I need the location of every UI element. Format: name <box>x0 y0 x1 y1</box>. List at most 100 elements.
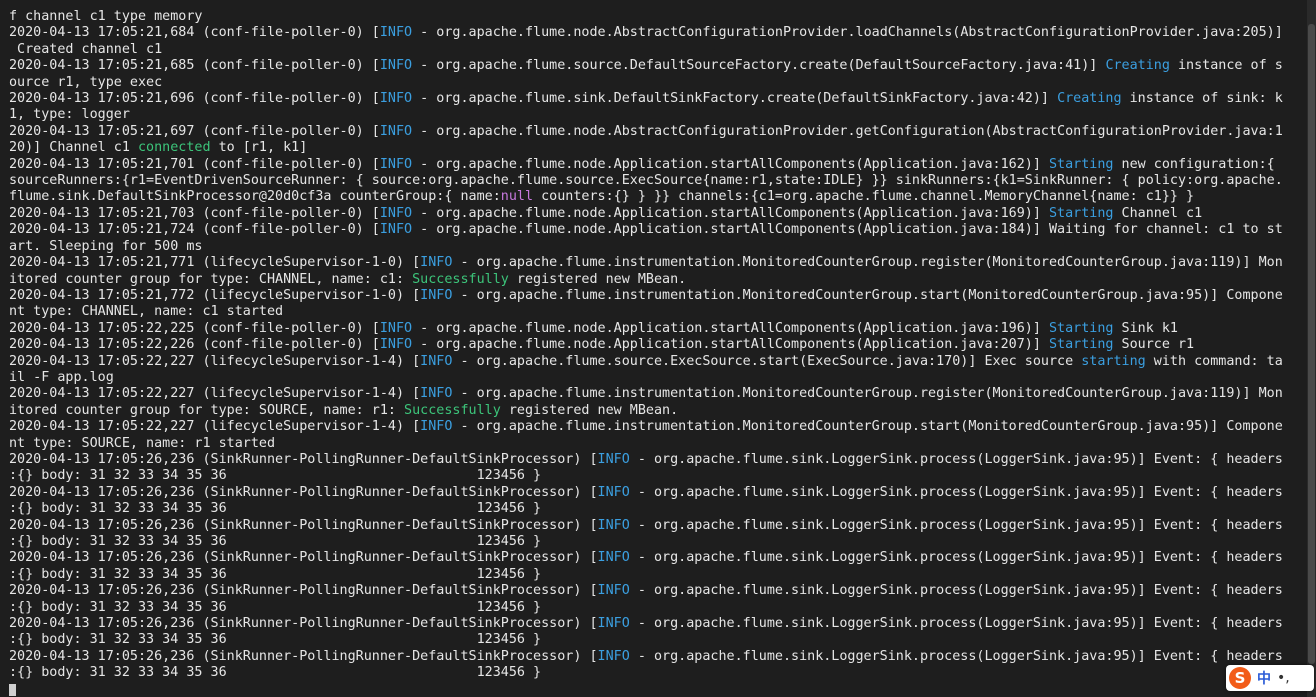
log-text: - org.apache.flume.node.Application.star… <box>412 337 1049 353</box>
log-text: 2020-04-13 17:05:26,236 (SinkRunner-Poll… <box>9 550 598 566</box>
log-highlight: INFO <box>379 25 413 41</box>
log-line: 2020-04-13 17:05:21,772 (lifecycleSuperv… <box>9 288 1305 304</box>
log-line: nt type: CHANNEL, name: c1 started <box>9 304 1305 320</box>
log-highlight: INFO <box>597 451 630 467</box>
log-line: il -F app.log <box>9 370 1305 386</box>
log-highlight: Starting <box>1049 337 1114 353</box>
log-text: nt type: CHANNEL, name: c1 started <box>9 304 284 320</box>
log-text: - org.apache.flume.instrumentation.Monit… <box>452 255 1283 271</box>
log-text: - org.apache.flume.node.Application.star… <box>412 156 1049 172</box>
log-line: 2020-04-13 17:05:26,236 (SinkRunner-Poll… <box>9 649 1305 665</box>
log-line: 2020-04-13 17:05:22,227 (lifecycleSuperv… <box>9 354 1305 370</box>
terminal-window[interactable]: f channel c1 type memory 2020-04-13 17:05… <box>0 0 1316 697</box>
log-line: 2020-04-13 17:05:21,685 (conf-file-polle… <box>9 58 1305 74</box>
log-line: 2020-04-13 17:05:21,696 (conf-file-polle… <box>9 91 1305 107</box>
log-text: :{} body: 31 32 33 34 35 36 123456 } <box>9 501 542 517</box>
log-text: 2020-04-13 17:05:22,227 (lifecycleSuperv… <box>9 353 421 369</box>
log-text: :{} body: 31 32 33 34 35 36 123456 } <box>9 665 542 681</box>
log-line: 2020-04-13 17:05:22,227 (lifecycleSuperv… <box>9 386 1305 402</box>
log-text: itored counter group for type: CHANNEL, … <box>9 271 413 287</box>
log-line: 2020-04-13 17:05:21,701 (conf-file-polle… <box>9 157 1305 173</box>
log-text: 2020-04-13 17:05:21,697 (conf-file-polle… <box>9 123 380 139</box>
log-line: 2020-04-13 17:05:22,227 (lifecycleSuperv… <box>9 419 1305 435</box>
log-text: 2020-04-13 17:05:21,703 (conf-file-polle… <box>9 205 380 221</box>
log-line: 2020-04-13 17:05:21,684 (conf-file-polle… <box>9 25 1305 41</box>
log-text: Created channel c1 <box>9 41 163 57</box>
log-line: flume.sink.DefaultSinkProcessor@20d0cf3a… <box>9 189 1305 205</box>
log-highlight: INFO <box>420 287 453 303</box>
log-line: :{} body: 31 32 33 34 35 36 123456 } <box>9 501 1305 517</box>
log-highlight: starting <box>1081 353 1146 369</box>
log-highlight: INFO <box>597 484 630 500</box>
log-output: f channel c1 type memory 2020-04-13 17:05… <box>9 9 1305 682</box>
log-text: art. Sleeping for 500 ms <box>9 238 203 254</box>
log-highlight: INFO <box>379 91 413 107</box>
log-line: 2020-04-13 17:05:26,236 (SinkRunner-Poll… <box>9 485 1305 501</box>
log-line: :{} body: 31 32 33 34 35 36 123456 } <box>9 468 1305 484</box>
log-text: flume.sink.DefaultSinkProcessor@20d0cf3a… <box>9 189 501 205</box>
scrollbar[interactable] <box>1307 0 1316 697</box>
log-highlight: INFO <box>379 58 413 74</box>
log-text: registered new MBean. <box>508 271 687 287</box>
log-line: 2020-04-13 17:05:22,226 (conf-file-polle… <box>9 337 1305 353</box>
log-text: :{} body: 31 32 33 34 35 36 123456 } <box>9 599 542 615</box>
log-text: - org.apache.flume.sink.LoggerSink.proce… <box>629 550 1283 566</box>
log-highlight: INFO <box>597 517 630 533</box>
log-text: itored counter group for type: SOURCE, n… <box>9 402 405 418</box>
log-line: sourceRunners:{r1=EventDrivenSourceRunne… <box>9 173 1305 189</box>
log-line: 2020-04-13 17:05:26,236 (SinkRunner-Poll… <box>9 518 1305 534</box>
log-line: 2020-04-13 17:05:21,703 (conf-file-polle… <box>9 206 1305 222</box>
log-text: 20)] Channel c1 <box>9 140 138 156</box>
log-text: :{} body: 31 32 33 34 35 36 123456 } <box>9 468 542 484</box>
log-text: 2020-04-13 17:05:21,685 (conf-file-polle… <box>9 58 380 74</box>
log-text: 2020-04-13 17:05:22,227 (lifecycleSuperv… <box>9 419 421 435</box>
log-text: 2020-04-13 17:05:21,772 (lifecycleSuperv… <box>9 287 421 303</box>
log-text: ource r1, type exec <box>9 74 163 90</box>
log-highlight: INFO <box>597 583 630 599</box>
log-text: 2020-04-13 17:05:22,226 (conf-file-polle… <box>9 337 380 353</box>
log-line: 2020-04-13 17:05:26,236 (SinkRunner-Poll… <box>9 452 1305 468</box>
log-line: f channel c1 type memory <box>9 9 1305 25</box>
scrollbar-thumb[interactable] <box>1308 24 1315 664</box>
log-text: 1, type: logger <box>9 107 130 123</box>
log-text: new configuration:{ <box>1113 156 1275 172</box>
log-text: :{} body: 31 32 33 34 35 36 123456 } <box>9 632 542 648</box>
ime-punctuation-toggle[interactable]: •, <box>1277 670 1290 686</box>
log-text: Sink k1 <box>1113 320 1178 336</box>
log-text: - org.apache.flume.node.Application.star… <box>412 205 1049 221</box>
log-text: registered new MBean. <box>500 402 679 418</box>
log-line: :{} body: 31 32 33 34 35 36 123456 } <box>9 567 1305 583</box>
log-text: 2020-04-13 17:05:26,236 (SinkRunner-Poll… <box>9 648 598 664</box>
log-text: 2020-04-13 17:05:21,684 (conf-file-polle… <box>9 25 380 41</box>
log-highlight: INFO <box>597 648 630 664</box>
log-highlight: Starting <box>1049 320 1114 336</box>
log-text: 2020-04-13 17:05:26,236 (SinkRunner-Poll… <box>9 484 598 500</box>
log-text: - org.apache.flume.source.DefaultSourceF… <box>412 58 1106 74</box>
log-text: - org.apache.flume.node.AbstractConfigur… <box>412 123 1283 139</box>
log-highlight: INFO <box>420 353 453 369</box>
log-text: :{} body: 31 32 33 34 35 36 123456 } <box>9 534 542 549</box>
log-text: 2020-04-13 17:05:26,236 (SinkRunner-Poll… <box>9 583 598 599</box>
ime-toolbar[interactable]: S 中 •, <box>1226 665 1314 691</box>
log-line: Created channel c1 <box>9 42 1305 58</box>
log-text: counters:{} } }} channels:{c1=org.apache… <box>533 189 1195 205</box>
log-line: ource r1, type exec <box>9 75 1305 91</box>
log-text: :{} body: 31 32 33 34 35 36 123456 } <box>9 566 542 582</box>
terminal-cursor <box>9 684 16 696</box>
log-text: 2020-04-13 17:05:21,724 (conf-file-polle… <box>9 222 380 238</box>
log-text: - org.apache.flume.node.Application.star… <box>412 320 1049 336</box>
log-text: instance of s <box>1169 58 1283 74</box>
log-text: - org.apache.flume.instrumentation.Monit… <box>452 419 1283 435</box>
log-highlight: INFO <box>597 550 630 566</box>
ime-mode-toggle[interactable]: 中 <box>1257 668 1271 688</box>
log-text: 2020-04-13 17:05:21,771 (lifecycleSuperv… <box>9 255 421 271</box>
log-highlight: INFO <box>379 205 413 221</box>
log-highlight: INFO <box>379 222 413 238</box>
sogou-ime-icon[interactable]: S <box>1229 667 1251 689</box>
log-line: itored counter group for type: SOURCE, n… <box>9 403 1305 419</box>
log-line: art. Sleeping for 500 ms <box>9 239 1305 255</box>
log-highlight: Successfully <box>404 402 501 418</box>
log-line: 1, type: logger <box>9 107 1305 123</box>
log-highlight: connected <box>138 140 211 156</box>
log-text: - org.apache.flume.source.ExecSource.sta… <box>452 353 1082 369</box>
